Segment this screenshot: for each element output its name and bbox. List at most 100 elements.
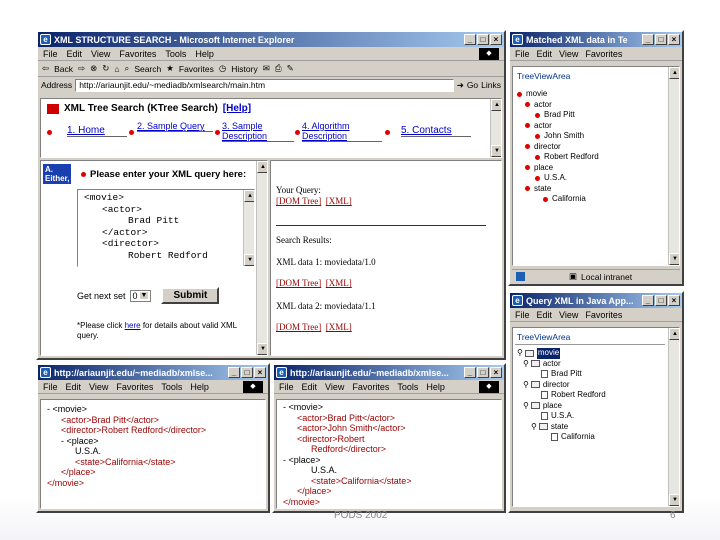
- menu-help[interactable]: Help: [426, 382, 445, 392]
- menu-view[interactable]: View: [89, 382, 108, 392]
- tree-node[interactable]: Brad Pitt: [517, 110, 665, 121]
- tree-node[interactable]: Robert Redford: [517, 152, 665, 163]
- minimize-button[interactable]: _: [228, 367, 240, 378]
- nav-home-link[interactable]: 1. Home: [67, 125, 105, 136]
- home-icon[interactable]: ⌂: [114, 64, 119, 74]
- address-input[interactable]: http://ariaunjit.edu/~mediadb/xmlsearch/…: [75, 78, 454, 92]
- dom-tree-link[interactable]: [DOM Tree]: [276, 196, 321, 206]
- tree-node[interactable]: John Smith: [517, 131, 665, 142]
- result-dom-tree-link[interactable]: [DOM Tree]: [276, 278, 321, 288]
- maximize-button[interactable]: □: [477, 34, 489, 45]
- tree-node[interactable]: ⚲ movie: [517, 348, 665, 359]
- maximize-button[interactable]: □: [477, 367, 489, 378]
- minimize-button[interactable]: _: [642, 295, 654, 306]
- tree-bottom-title-bar[interactable]: e Query XML in Java App... _ □ ×: [510, 293, 682, 308]
- close-button[interactable]: ×: [490, 34, 502, 45]
- close-button[interactable]: ×: [254, 367, 266, 378]
- menu-tools[interactable]: Tools: [397, 382, 418, 392]
- maximize-button[interactable]: □: [241, 367, 253, 378]
- close-button[interactable]: ×: [668, 34, 680, 45]
- expand-toggle-icon[interactable]: ⚲: [523, 359, 529, 370]
- menu-help[interactable]: Help: [190, 382, 209, 392]
- tree-node[interactable]: place: [517, 163, 665, 174]
- menu-file[interactable]: File: [279, 382, 294, 392]
- back-arrow-icon[interactable]: ⇦: [42, 63, 49, 74]
- xml-left-title-bar[interactable]: e http://ariaunjit.edu/~mediadb/xmlse...…: [38, 365, 268, 380]
- tree-node[interactable]: ⚲ place: [517, 401, 665, 412]
- result-xml-link[interactable]: [XML]: [326, 278, 352, 288]
- close-button[interactable]: ×: [668, 295, 680, 306]
- search-button[interactable]: Search: [134, 64, 161, 74]
- tree-top-title-bar[interactable]: e Matched XML data in Te _ □ ×: [510, 32, 682, 47]
- menu-edit[interactable]: Edit: [66, 382, 82, 392]
- menu-edit[interactable]: Edit: [67, 49, 83, 59]
- menu-favorites[interactable]: Favorites: [585, 49, 622, 59]
- tree-node[interactable]: Brad Pitt: [517, 369, 665, 380]
- xml-right-title-bar[interactable]: e http://ariaunjit.edu/~mediadb/xmlse...…: [274, 365, 504, 380]
- tree-node[interactable]: Robert Redford: [517, 390, 665, 401]
- expand-toggle-icon[interactable]: ⚲: [531, 422, 537, 433]
- nav-sample-query-link[interactable]: 2. Sample Query: [137, 121, 205, 131]
- get-next-select[interactable]: 0 ▼: [129, 289, 152, 302]
- query-frame-scrollbar[interactable]: [256, 161, 267, 355]
- tree-node[interactable]: director: [517, 142, 665, 153]
- submit-button[interactable]: Submit: [161, 287, 220, 304]
- menu-view[interactable]: View: [559, 310, 578, 320]
- menu-edit[interactable]: Edit: [537, 310, 553, 320]
- menu-file[interactable]: File: [515, 49, 530, 59]
- tree-top-scrollbar[interactable]: [668, 67, 679, 265]
- menu-tools[interactable]: Tools: [165, 49, 186, 59]
- menu-edit[interactable]: Edit: [537, 49, 553, 59]
- menu-edit[interactable]: Edit: [302, 382, 318, 392]
- result-dom-tree-link[interactable]: [DOM Tree]: [276, 322, 321, 332]
- history-button[interactable]: History: [231, 64, 257, 74]
- menu-file[interactable]: File: [515, 310, 530, 320]
- minimize-button[interactable]: _: [642, 34, 654, 45]
- menu-file[interactable]: File: [43, 382, 58, 392]
- stop-icon[interactable]: ⊗: [90, 63, 97, 74]
- go-arrow-icon[interactable]: ➜: [457, 80, 464, 91]
- tree-node[interactable]: ⚲ director: [517, 380, 665, 391]
- tree-node[interactable]: actor: [517, 100, 665, 111]
- menu-view[interactable]: View: [325, 382, 344, 392]
- favorites-button[interactable]: Favorites: [179, 64, 214, 74]
- links-button[interactable]: Links: [481, 80, 501, 90]
- xml-link[interactable]: [XML]: [326, 196, 352, 206]
- edit-icon[interactable]: ✎: [287, 63, 294, 74]
- nav-frame-scrollbar[interactable]: [490, 99, 501, 157]
- tree-bottom-scrollbar[interactable]: [668, 328, 679, 506]
- menu-favorites[interactable]: Favorites: [585, 310, 622, 320]
- menu-help[interactable]: Help: [195, 49, 214, 59]
- maximize-button[interactable]: □: [655, 295, 667, 306]
- expand-toggle-icon[interactable]: ⚲: [517, 348, 523, 359]
- tree-node[interactable]: ⚲ actor: [517, 359, 665, 370]
- expand-toggle-icon[interactable]: ⚲: [523, 401, 529, 412]
- query-textarea[interactable]: <movie> <actor> Brad Pitt </actor> <dire…: [77, 189, 255, 267]
- print-icon[interactable]: ⎙: [275, 63, 282, 74]
- nav-algorithm-description-link[interactable]: 4. Algorithm Description: [302, 121, 350, 141]
- menu-favorites[interactable]: Favorites: [116, 382, 153, 392]
- tree-node[interactable]: actor: [517, 121, 665, 132]
- expand-toggle-icon[interactable]: ⚲: [523, 380, 529, 391]
- minimize-button[interactable]: _: [464, 367, 476, 378]
- go-button[interactable]: Go: [467, 80, 478, 90]
- maximize-button[interactable]: □: [655, 34, 667, 45]
- tree-node[interactable]: California: [517, 194, 665, 205]
- back-button[interactable]: Back: [54, 64, 73, 74]
- main-title-bar[interactable]: e XML STRUCTURE SEARCH - Microsoft Inter…: [38, 32, 504, 47]
- nav-sample-description-link[interactable]: 3. Sample Description: [222, 121, 267, 141]
- query-help-link[interactable]: here: [125, 321, 141, 330]
- query-textarea-scrollbar[interactable]: [243, 190, 254, 266]
- help-link[interactable]: [Help]: [223, 103, 251, 114]
- tree-node[interactable]: California: [517, 432, 665, 443]
- result-xml-link[interactable]: [XML]: [326, 322, 352, 332]
- minimize-button[interactable]: _: [464, 34, 476, 45]
- tree-node[interactable]: U.S.A.: [517, 411, 665, 422]
- menu-view[interactable]: View: [91, 49, 110, 59]
- menu-tools[interactable]: Tools: [161, 382, 182, 392]
- menu-file[interactable]: File: [43, 49, 58, 59]
- close-button[interactable]: ×: [490, 367, 502, 378]
- tree-node[interactable]: movie: [517, 89, 665, 100]
- tree-node[interactable]: ⚲ state: [517, 422, 665, 433]
- tree-node[interactable]: U.S.A.: [517, 173, 665, 184]
